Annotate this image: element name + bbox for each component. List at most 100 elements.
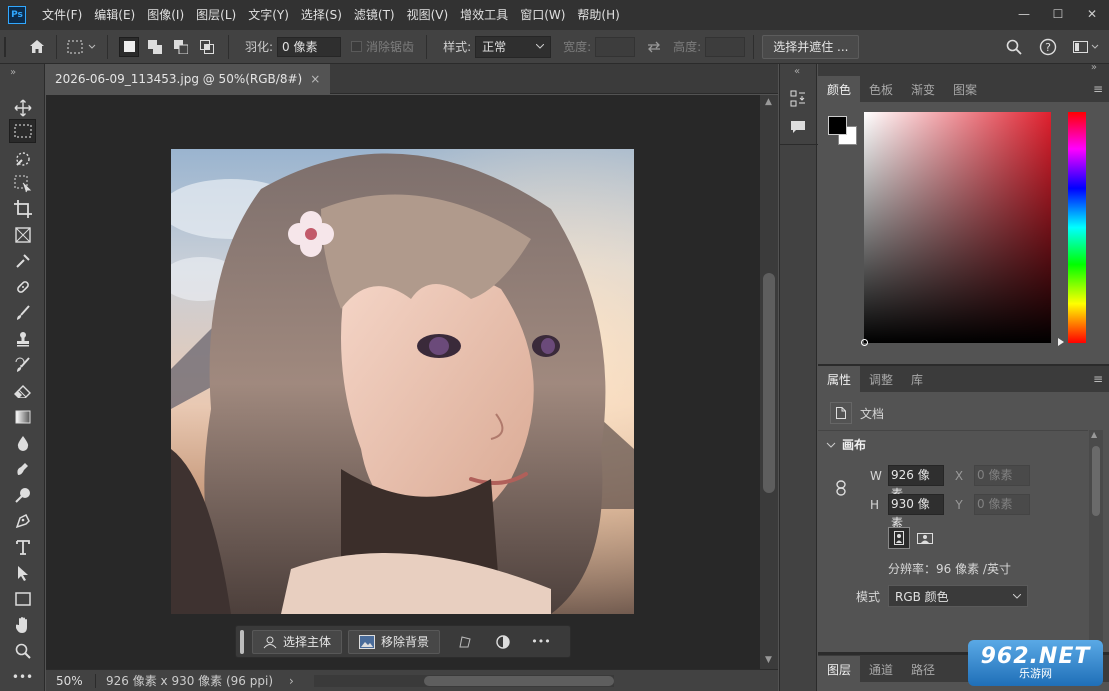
crop-tool-icon[interactable]: [9, 197, 36, 221]
feather-input[interactable]: 0 像素: [277, 36, 342, 57]
properties-scrollbar[interactable]: ▲: [1089, 430, 1103, 652]
select-subject-button[interactable]: 选择主体: [252, 629, 343, 654]
object-selection-tool-icon[interactable]: [9, 147, 36, 171]
collapse-dock-icon[interactable]: »: [1091, 62, 1097, 73]
maximize-button[interactable]: ☐: [1041, 0, 1075, 30]
width-input[interactable]: [595, 36, 636, 57]
scroll-up-arrow[interactable]: ▲: [765, 97, 772, 107]
panel-menu-icon[interactable]: ≡: [1093, 372, 1103, 386]
link-icon[interactable]: [836, 480, 846, 496]
transform-icon[interactable]: [454, 631, 476, 653]
menu-plugins[interactable]: 增效工具: [454, 0, 514, 30]
zoom-tool-icon[interactable]: [9, 639, 36, 663]
marquee-tool-icon[interactable]: [9, 119, 36, 143]
dodge-tool-icon[interactable]: [9, 483, 36, 507]
workspace-icon[interactable]: [1071, 36, 1101, 58]
blur-tool-icon[interactable]: [9, 431, 36, 455]
more-tools-icon[interactable]: •••: [9, 665, 36, 689]
tab-adjustments[interactable]: 调整: [860, 366, 902, 392]
history-panel-icon[interactable]: [790, 90, 806, 108]
canvas-x-input[interactable]: 0 像素: [974, 465, 1030, 486]
canvas-y-input[interactable]: 0 像素: [974, 494, 1030, 515]
subtract-from-selection-icon[interactable]: [171, 37, 191, 57]
comments-panel-icon[interactable]: [790, 120, 806, 134]
menu-edit[interactable]: 编辑(E): [88, 0, 141, 30]
canvas-area[interactable]: [46, 95, 760, 669]
move-tool-icon[interactable]: [9, 96, 36, 120]
tab-swatches[interactable]: 色板: [860, 76, 902, 102]
tool-preset-picker[interactable]: [65, 36, 99, 58]
frame-tool-icon[interactable]: [9, 223, 36, 247]
close-tab-icon[interactable]: ×: [310, 72, 320, 86]
drag-handle[interactable]: [240, 629, 244, 654]
tab-gradients[interactable]: 渐变: [902, 76, 944, 102]
tab-channels[interactable]: 通道: [860, 656, 902, 682]
search-icon[interactable]: [1003, 36, 1025, 58]
healing-brush-tool-icon[interactable]: [9, 275, 36, 299]
panel-menu-icon[interactable]: ≡: [1093, 82, 1103, 96]
more-options-icon[interactable]: •••: [530, 631, 552, 653]
antialias-checkbox[interactable]: [351, 41, 363, 52]
tab-libraries[interactable]: 库: [902, 366, 932, 392]
path-selection-tool-icon[interactable]: [9, 561, 36, 585]
height-input[interactable]: [705, 36, 746, 57]
document-tab[interactable]: 2026-06-09_113453.jpg @ 50%(RGB/8#) ×: [45, 64, 331, 94]
horizontal-scrollbar[interactable]: [313, 674, 614, 687]
menu-help[interactable]: 帮助(H): [571, 0, 625, 30]
scroll-thumb[interactable]: [763, 273, 775, 493]
home-icon[interactable]: [26, 36, 48, 58]
canvas-section-header[interactable]: 画布: [826, 436, 866, 453]
canvas-vertical-scrollbar[interactable]: ▲ ▼: [760, 95, 778, 669]
pen-tool-icon[interactable]: [9, 509, 36, 533]
close-window-button[interactable]: ✕: [1075, 0, 1109, 30]
type-tool-icon[interactable]: [9, 535, 36, 559]
scroll-down-arrow[interactable]: ▼: [765, 655, 772, 665]
gradient-tool-icon[interactable]: [9, 405, 36, 429]
landscape-orientation-icon[interactable]: [914, 527, 936, 549]
tab-color[interactable]: 颜色: [818, 76, 861, 102]
status-menu-arrow[interactable]: ›: [289, 674, 294, 688]
adjustment-icon[interactable]: [492, 631, 514, 653]
hue-slider-marker[interactable]: [1058, 338, 1064, 346]
canvas-width-input[interactable]: 926 像素: [888, 465, 944, 501]
brush-tool-icon[interactable]: [9, 301, 36, 325]
properties-scroll-thumb[interactable]: [1092, 446, 1100, 516]
tab-layers[interactable]: 图层: [818, 656, 861, 682]
menu-layer[interactable]: 图层(L): [190, 0, 242, 30]
eraser-tool-icon[interactable]: [9, 379, 36, 403]
smudge-tool-icon[interactable]: [9, 457, 36, 481]
menu-select[interactable]: 选择(S): [295, 0, 348, 30]
menu-filter[interactable]: 滤镜(T): [348, 0, 401, 30]
foreground-color-swatch[interactable]: [828, 116, 847, 135]
menu-type[interactable]: 文字(Y): [242, 0, 295, 30]
menu-image[interactable]: 图像(I): [141, 0, 190, 30]
hand-tool-icon[interactable]: [9, 613, 36, 637]
rectangle-tool-icon[interactable]: [9, 587, 36, 611]
hue-slider[interactable]: [1068, 112, 1086, 343]
color-picker-cursor[interactable]: [861, 339, 868, 346]
color-mode-select[interactable]: RGB 颜色: [888, 585, 1028, 607]
remove-background-button[interactable]: 移除背景: [348, 629, 441, 654]
tab-patterns[interactable]: 图案: [944, 76, 986, 102]
crop-select-tool-icon[interactable]: [9, 172, 36, 196]
canvas-height-input[interactable]: 930 像素: [888, 494, 944, 530]
swap-icon[interactable]: [643, 36, 665, 58]
menu-file[interactable]: 文件(F): [36, 0, 88, 30]
tab-properties[interactable]: 属性: [818, 366, 861, 392]
portrait-orientation-icon[interactable]: [888, 527, 910, 549]
intersect-selection-icon[interactable]: [197, 37, 217, 57]
minimize-button[interactable]: —: [1007, 0, 1041, 30]
menu-window[interactable]: 窗口(W): [514, 0, 571, 30]
collapse-panel-icon[interactable]: »: [10, 67, 16, 78]
h-scroll-thumb[interactable]: [423, 675, 614, 686]
help-icon[interactable]: ?: [1037, 36, 1059, 58]
scroll-up-arrow[interactable]: ▲: [1091, 430, 1097, 439]
add-to-selection-icon[interactable]: [145, 37, 165, 57]
expand-dock-icon[interactable]: «: [794, 66, 800, 77]
tab-paths[interactable]: 路径: [902, 656, 944, 682]
menu-view[interactable]: 视图(V): [401, 0, 455, 30]
history-brush-tool-icon[interactable]: [9, 353, 36, 377]
color-picker-field[interactable]: [861, 112, 1051, 346]
clone-stamp-tool-icon[interactable]: [9, 327, 36, 351]
zoom-level[interactable]: 50%: [46, 673, 96, 688]
